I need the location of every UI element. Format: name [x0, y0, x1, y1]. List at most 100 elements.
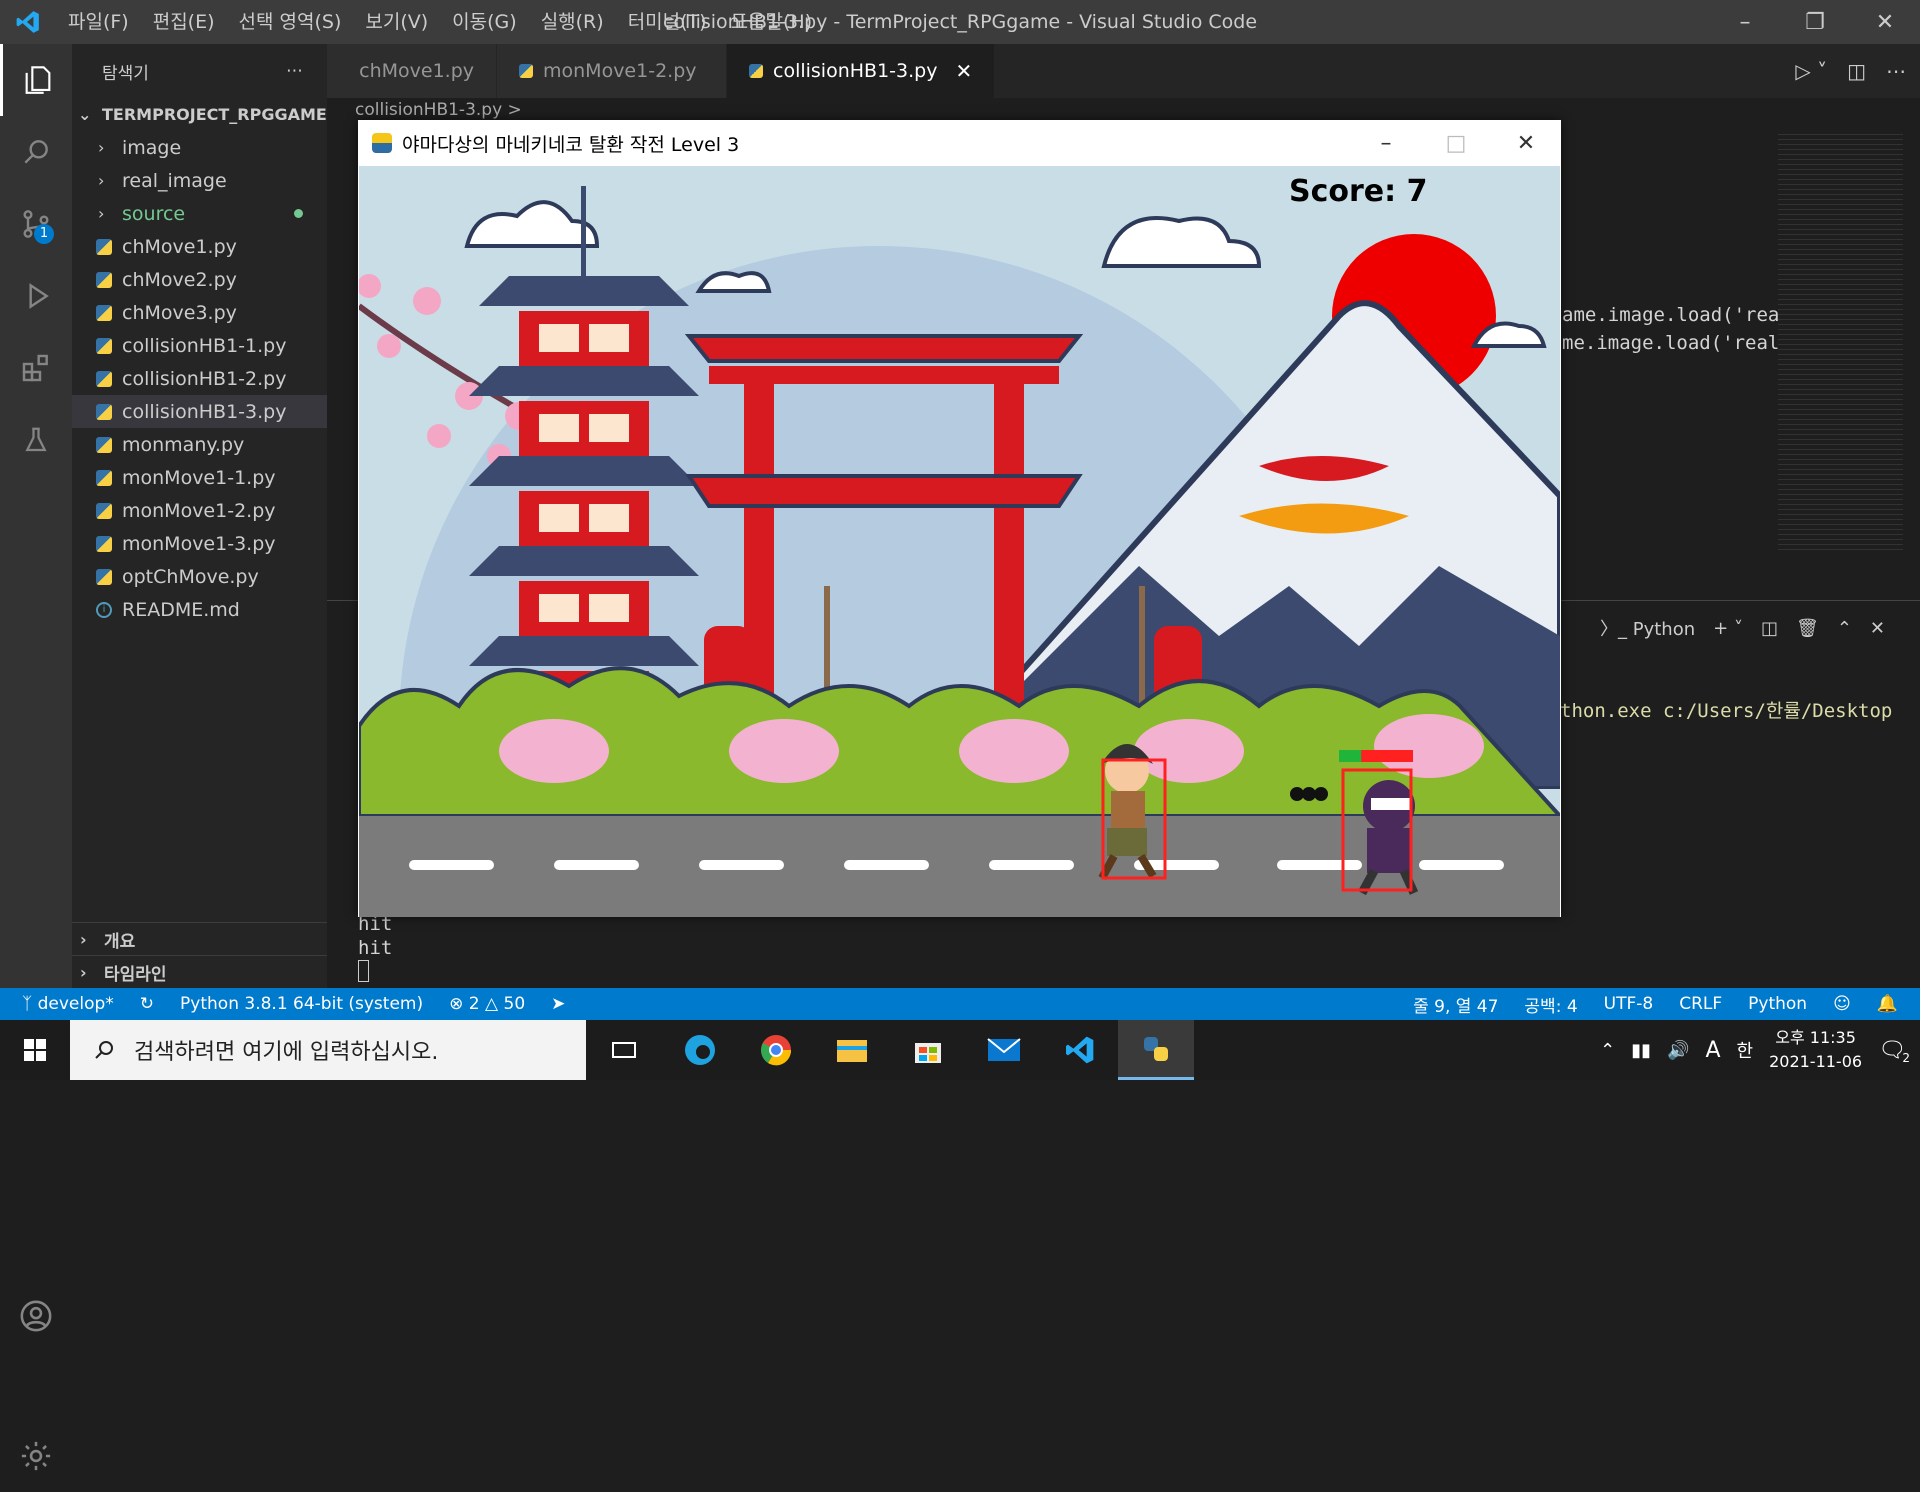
file-item[interactable]: chMove1.py [72, 230, 327, 263]
windows-start-icon[interactable] [0, 1020, 70, 1080]
explorer-icon[interactable] [0, 44, 72, 116]
line-ending[interactable]: CRLF [1679, 994, 1722, 1014]
encoding[interactable]: UTF-8 [1604, 994, 1654, 1014]
menu-item-4[interactable]: 이동(G) [440, 0, 529, 44]
bell-icon[interactable]: 🔔 [1877, 994, 1898, 1014]
feedback-icon[interactable]: ☺ [1833, 994, 1851, 1014]
volume-icon[interactable]: 🔊 [1667, 1040, 1689, 1061]
korean-ime-indicator[interactable]: 한 [1737, 1037, 1754, 1063]
game-maximize-button[interactable]: □ [1421, 131, 1491, 156]
maximize-panel-icon[interactable]: ⌃ [1837, 618, 1852, 639]
search-icon[interactable] [0, 116, 72, 188]
minimize-button[interactable]: – [1710, 0, 1780, 44]
menu-item-0[interactable]: 파일(F) [56, 0, 141, 44]
task-view-icon[interactable] [586, 1020, 662, 1080]
timeline-section[interactable]: ›타임라인 [72, 955, 327, 988]
title-bar: 파일(F)편집(E)선택 영역(S)보기(V)이동(G)실행(R)터미널(T)도… [0, 0, 1920, 44]
chrome-browser-icon[interactable] [738, 1020, 814, 1080]
scm-badge: 1 [34, 224, 54, 244]
cursor-position[interactable]: 줄 9, 열 47 [1413, 992, 1498, 1017]
game-minimize-button[interactable]: – [1351, 131, 1421, 156]
more-actions-icon[interactable]: ⋯ [1886, 59, 1906, 83]
notification-icon[interactable]: 🗨2 [1878, 1038, 1906, 1063]
enemy-hp-fill [1339, 750, 1361, 762]
game-scene[interactable]: Score: 7 [359, 166, 1560, 917]
file-item[interactable]: chMove2.py [72, 263, 327, 296]
modified-dot-icon [294, 209, 303, 218]
run-icon[interactable]: ▷ ˅ [1795, 59, 1827, 83]
file-item[interactable]: collisionHB1-1.py [72, 329, 327, 362]
file-item[interactable]: monMove1-2.py [72, 494, 327, 527]
file-item-readme[interactable]: iREADME.md [72, 593, 327, 626]
tab-collisionhb1-3[interactable]: collisionHB1-3.py✕ [727, 44, 995, 98]
folder-real_image[interactable]: ›real_image [72, 164, 327, 197]
menu-item-6[interactable]: 터미널(T) [616, 0, 719, 44]
taskbar-search-box[interactable]: 검색하려면 여기에 입력하십시오. [70, 1020, 586, 1080]
live-share-icon[interactable]: ➤ [551, 994, 565, 1014]
python-file-icon [96, 536, 112, 552]
python-file-icon [96, 272, 112, 288]
folder-image[interactable]: ›image [72, 131, 327, 164]
python-taskbar-icon[interactable] [1118, 1020, 1194, 1080]
python-interpreter[interactable]: Python 3.8.1 64-bit (system) [180, 994, 423, 1014]
testing-icon[interactable] [0, 404, 72, 476]
clock[interactable]: 오후 11:35 2021-11-06 [1769, 1026, 1862, 1074]
settings-gear-icon[interactable] [0, 1420, 72, 1492]
ime-indicator[interactable]: A [1705, 1038, 1720, 1063]
extensions-icon[interactable] [0, 332, 72, 404]
close-button[interactable]: ✕ [1850, 0, 1920, 44]
more-actions-icon[interactable]: ⋯ [286, 61, 303, 81]
file-item[interactable]: monMove1-3.py [72, 527, 327, 560]
new-terminal-icon[interactable]: + ˅ [1713, 618, 1743, 639]
edge-browser-icon[interactable] [662, 1020, 738, 1080]
project-folder[interactable]: ⌄ TERMPROJECT_RPGGAME [72, 98, 327, 131]
minimap[interactable] [1778, 130, 1903, 550]
outline-section[interactable]: ›개요 [72, 922, 327, 955]
file-item[interactable]: optChMove.py [72, 560, 327, 593]
file-item[interactable]: collisionHB1-3.py [72, 395, 327, 428]
game-close-button[interactable]: ✕ [1491, 131, 1561, 156]
store-icon[interactable] [890, 1020, 966, 1080]
terminal-command: thon.exe c:/Users/한률/Desktop [1560, 696, 1892, 723]
file-item[interactable]: collisionHB1-2.py [72, 362, 327, 395]
tab-chmove1[interactable]: chMove1.py [327, 44, 497, 98]
mail-icon[interactable] [966, 1020, 1042, 1080]
indentation[interactable]: 공백: 4 [1524, 992, 1577, 1017]
account-icon[interactable] [0, 1280, 72, 1352]
folder-source[interactable]: ›source [72, 197, 327, 230]
menu-item-3[interactable]: 보기(V) [353, 0, 440, 44]
menu-item-5[interactable]: 실행(R) [529, 0, 616, 44]
file-item[interactable]: chMove3.py [72, 296, 327, 329]
close-panel-icon[interactable]: ✕ [1870, 618, 1885, 639]
branch-indicator[interactable]: ᛉ develop* [22, 994, 114, 1014]
python-file-icon [96, 569, 112, 585]
explorer-sidebar: 탐색기 ⋯ ⌄ TERMPROJECT_RPGGAME ›image›real_… [72, 44, 327, 988]
split-terminal-icon[interactable]: ◫ [1761, 618, 1778, 639]
menu-item-1[interactable]: 편집(E) [141, 0, 227, 44]
terminal-shell-selector[interactable]: 〉_ Python [1600, 615, 1695, 641]
tab-monmove1-2[interactable]: monMove1-2.py [497, 44, 727, 98]
source-control-icon[interactable]: 1 [0, 188, 72, 260]
battery-icon[interactable]: ▮▮ [1631, 1040, 1651, 1061]
menu-item-7[interactable]: 도움말(H) [719, 0, 825, 44]
language-mode[interactable]: Python [1748, 994, 1807, 1014]
python-file-icon [96, 470, 112, 486]
python-file-icon [96, 338, 112, 354]
file-item[interactable]: monMove1-1.py [72, 461, 327, 494]
game-window[interactable]: 야마다상의 마네키네코 탈환 작전 Level 3 – □ ✕ [358, 120, 1561, 917]
menu-item-2[interactable]: 선택 영역(S) [227, 0, 354, 44]
restore-button[interactable]: ❐ [1780, 0, 1850, 44]
close-tab-icon[interactable]: ✕ [955, 59, 972, 83]
breadcrumb[interactable]: collisionHB1-3.py > [355, 100, 522, 120]
sync-icon[interactable]: ↻ [140, 994, 154, 1014]
trash-icon[interactable]: 🗑 [1796, 618, 1819, 639]
vscode-taskbar-icon[interactable] [1042, 1020, 1118, 1080]
python-file-icon [96, 404, 112, 420]
split-editor-icon[interactable]: ◫ [1847, 59, 1866, 83]
terminal-toolbar: 〉_ Python + ˅ ◫ 🗑 ⌃ ✕ [1600, 604, 1885, 652]
run-debug-icon[interactable] [0, 260, 72, 332]
chevron-up-icon[interactable]: ⌃ [1600, 1040, 1615, 1061]
file-item[interactable]: monmany.py [72, 428, 327, 461]
file-explorer-icon[interactable] [814, 1020, 890, 1080]
problems-indicator[interactable]: ⊗ 2 △ 50 [449, 994, 525, 1014]
